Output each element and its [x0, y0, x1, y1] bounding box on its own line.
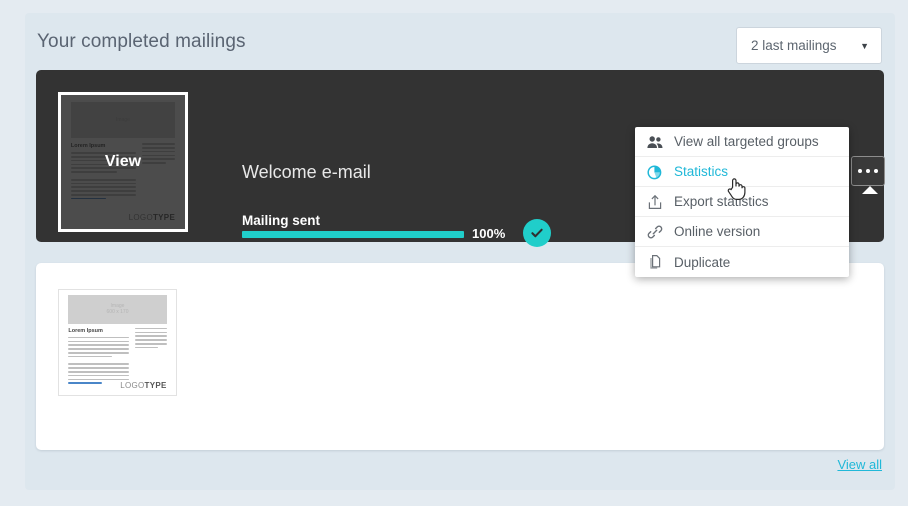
export-upload-icon — [647, 194, 663, 210]
thumbnail-preview: Image 600 x 170 Lorem Ipsum LOGOTYPE — [59, 290, 176, 395]
mailing-thumbnail[interactable]: Image Lorem Ipsum — [58, 92, 188, 232]
range-select-value: 2 last mailings — [751, 38, 837, 53]
thumbnail-logo: LOGOTYPE — [120, 380, 167, 390]
menu-item-export-statistics[interactable]: Export statistics — [635, 187, 849, 217]
menu-item-label: Duplicate — [674, 254, 731, 270]
mailing-title: Welcome e-mail — [242, 162, 371, 182]
mailing-progress-percent: 100% — [472, 226, 506, 241]
copy-icon — [647, 254, 663, 270]
menu-item-label: Export statistics — [674, 194, 769, 209]
people-icon — [647, 134, 663, 150]
check-circle-icon — [523, 219, 551, 247]
menu-caret — [862, 186, 878, 194]
mailing-progress-bar — [242, 231, 464, 238]
mailing-progress-fill — [242, 231, 464, 238]
mailing-card[interactable]: Image 600 x 170 Lorem Ipsum LOGOTYPE — [36, 263, 884, 450]
mailing-context-menu: View all targeted groups Statistics Expo… — [635, 127, 849, 277]
thumbnail-heading: Lorem Ipsum — [68, 327, 103, 334]
mailing-thumbnail[interactable]: Image 600 x 170 Lorem Ipsum LOGOTYPE — [58, 289, 177, 396]
thumbnail-hero-placeholder: Image 600 x 170 — [68, 295, 167, 324]
page-title: Your completed mailings — [37, 31, 246, 52]
link-icon — [647, 224, 663, 240]
menu-item-view-all-targeted-groups[interactable]: View all targeted groups — [635, 127, 849, 157]
menu-item-online-version[interactable]: Online version — [635, 217, 849, 247]
app-screen: Your completed mailings 2 last mailings … — [0, 0, 908, 506]
range-select[interactable]: 2 last mailings ▼ — [736, 27, 882, 64]
menu-item-statistics[interactable]: Statistics — [635, 157, 849, 187]
thumbnail-view-label: View — [104, 153, 142, 170]
menu-item-label: Statistics — [674, 164, 729, 179]
menu-item-label: View all targeted groups — [674, 134, 819, 149]
mailing-thumbnail-wrapper[interactable]: Image Lorem Ipsum — [58, 92, 188, 232]
pie-chart-icon — [647, 164, 663, 180]
more-options-button[interactable] — [851, 156, 885, 186]
thumbnail-body: Lorem Ipsum LOGOTYPE — [68, 327, 167, 390]
mailing-thumbnail-wrapper[interactable]: Image 600 x 170 Lorem Ipsum LOGOTYPE — [58, 289, 177, 396]
thumbnail-view-overlay[interactable]: View — [61, 95, 185, 229]
mailing-status-label: Mailing sent — [242, 213, 321, 228]
chevron-down-icon: ▼ — [860, 40, 869, 51]
view-all-link[interactable]: View all — [837, 457, 882, 472]
menu-item-duplicate[interactable]: Duplicate — [635, 247, 849, 277]
menu-item-label: Online version — [674, 224, 761, 239]
